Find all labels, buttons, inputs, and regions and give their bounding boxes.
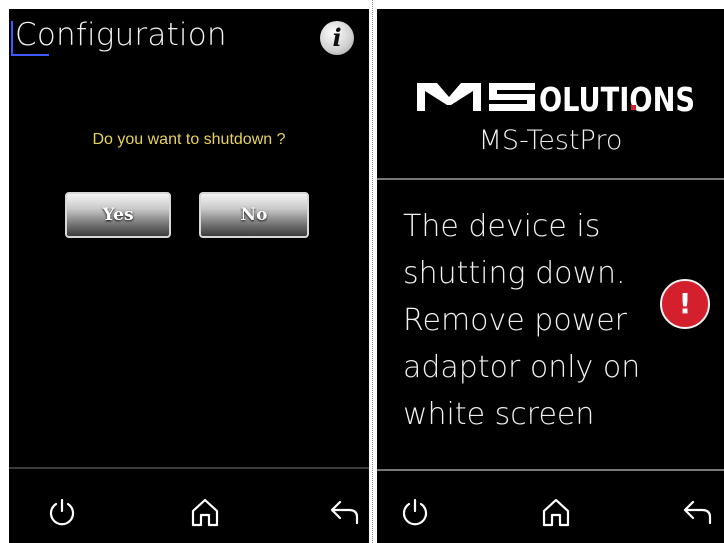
- message-line: The device is: [403, 209, 601, 244]
- exclamation-icon: !: [660, 279, 710, 329]
- panel-separator: [372, 0, 373, 543]
- info-icon[interactable]: i: [320, 21, 354, 55]
- nav-divider: [377, 469, 724, 471]
- header-divider: [377, 178, 724, 180]
- svg-text:OLUTIONS: OLUTIONS: [539, 80, 695, 113]
- text-cursor: [11, 21, 13, 55]
- page-title: Configuration: [15, 17, 227, 53]
- text-cursor-underline: [11, 54, 49, 56]
- msolutions-logo: OLUTIONS: [417, 80, 695, 113]
- product-name: MS-TestPro: [478, 125, 623, 156]
- shutdown-message: The device is shutting down. Remove powe…: [403, 203, 640, 438]
- home-icon[interactable]: [188, 495, 222, 529]
- message-line: Remove power: [403, 303, 628, 338]
- power-icon[interactable]: [45, 495, 79, 529]
- message-line: white screen: [403, 397, 595, 432]
- configuration-screen: Configuration i Do you want to shutdown …: [9, 9, 369, 543]
- shutdown-question: Do you want to shutdown ?: [92, 131, 286, 148]
- message-line: adaptor only on: [403, 350, 641, 385]
- message-line: shutting down.: [403, 256, 626, 291]
- yes-button[interactable]: Yes: [65, 192, 171, 238]
- back-arrow-icon[interactable]: [680, 495, 714, 529]
- back-arrow-icon[interactable]: [327, 495, 361, 529]
- home-icon[interactable]: [539, 495, 573, 529]
- shutdown-screen: OLUTIONS MS-TestPro The device is shutti…: [377, 9, 724, 543]
- nav-divider: [9, 467, 369, 469]
- power-icon[interactable]: [398, 495, 432, 529]
- no-button[interactable]: No: [199, 192, 309, 238]
